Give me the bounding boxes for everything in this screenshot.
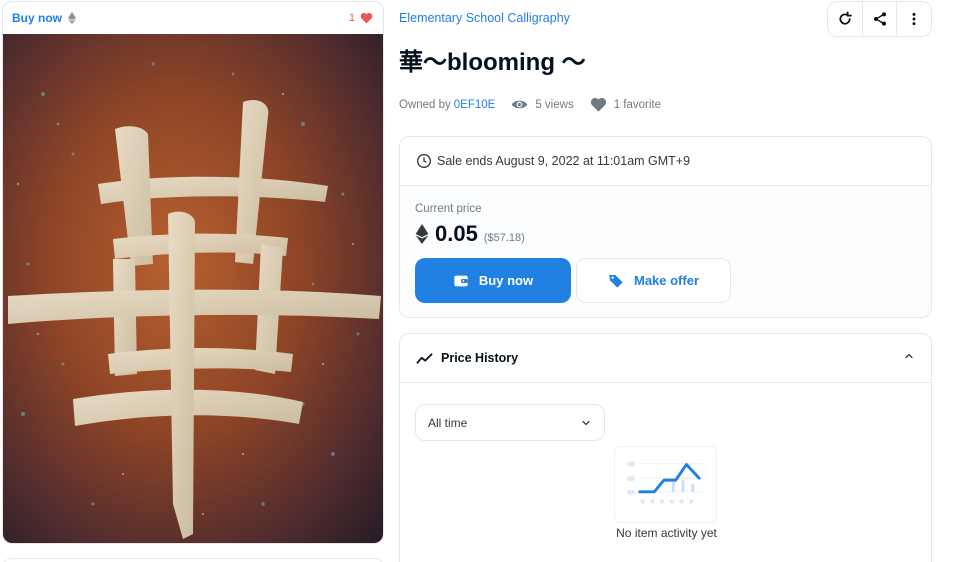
clock-icon [417, 154, 431, 168]
time-range-value: All time [428, 415, 468, 430]
favorite-button[interactable]: 1 [349, 12, 373, 24]
chevron-down-icon [582, 420, 590, 425]
eye-icon [512, 100, 528, 109]
share-icon [873, 12, 886, 26]
price-row: 0.05 ($57.18) [415, 221, 525, 247]
card-buy-now-link[interactable]: Buy now [12, 11, 76, 25]
price-history-header[interactable]: Price History [400, 334, 931, 383]
trending-line-icon [416, 352, 433, 364]
item-meta-row: Owned by 0EF10E 5 views 1 favorite [399, 96, 661, 113]
sale-ends-text: Sale ends August 9, 2022 at 11:01am GMT+… [437, 154, 691, 168]
price-history-panel: Price History All time No item activity … [399, 333, 932, 562]
heart-icon [590, 97, 606, 112]
ethereum-icon [68, 12, 76, 24]
card-buy-now-label: Buy now [12, 11, 62, 25]
asset-card-header: Buy now 1 [3, 2, 383, 34]
owned-by-label: Owned by [399, 98, 451, 111]
wallet-icon [454, 275, 468, 286]
ethereum-icon [415, 224, 429, 244]
views-count: 5 views [511, 96, 574, 113]
item-action-toolbar [827, 1, 932, 37]
chevron-up-icon [905, 353, 913, 359]
next-card-edge [2, 558, 384, 562]
time-range-select[interactable]: All time [415, 404, 605, 441]
price-usd: ($57.18) [483, 232, 525, 244]
price-history-title: Price History [416, 350, 518, 367]
refresh-button[interactable] [828, 2, 863, 36]
sale-panel: Sale ends August 9, 2022 at 11:01am GMT+… [399, 136, 932, 318]
collapse-toggle[interactable] [903, 349, 915, 367]
current-price-label: Current price [415, 203, 482, 215]
empty-activity-text: No item activity yet [616, 526, 717, 540]
price-history-label: Price History [441, 351, 519, 365]
owner-link[interactable]: 0EF10E [454, 99, 496, 111]
asset-card: Buy now 1 [2, 1, 384, 544]
more-options-icon [912, 12, 916, 26]
share-button[interactable] [863, 2, 898, 36]
more-options-button[interactable] [897, 2, 931, 36]
calligraphy-artwork-image[interactable] [3, 34, 383, 544]
refresh-icon [839, 11, 852, 25]
heart-icon [360, 12, 373, 24]
buy-now-button[interactable]: Buy now [415, 258, 571, 303]
make-offer-button[interactable]: Make offer [576, 258, 731, 303]
make-offer-label: Make offer [633, 273, 700, 288]
favorite-count: 1 [348, 12, 355, 24]
price-value: 0.05 [435, 221, 478, 246]
favorites-count[interactable]: 1 favorite [590, 96, 661, 113]
tag-icon [609, 274, 623, 288]
collection-link[interactable]: Elementary School Calligraphy [399, 11, 570, 25]
buy-now-label: Buy now [478, 273, 534, 288]
item-title: 華〜blooming 〜 [399, 49, 586, 76]
empty-chart-illustration [614, 446, 717, 523]
sale-ends-header: Sale ends August 9, 2022 at 11:01am GMT+… [400, 137, 931, 186]
views-label: 5 views [535, 98, 574, 111]
favorites-label: 1 favorite [613, 98, 662, 111]
